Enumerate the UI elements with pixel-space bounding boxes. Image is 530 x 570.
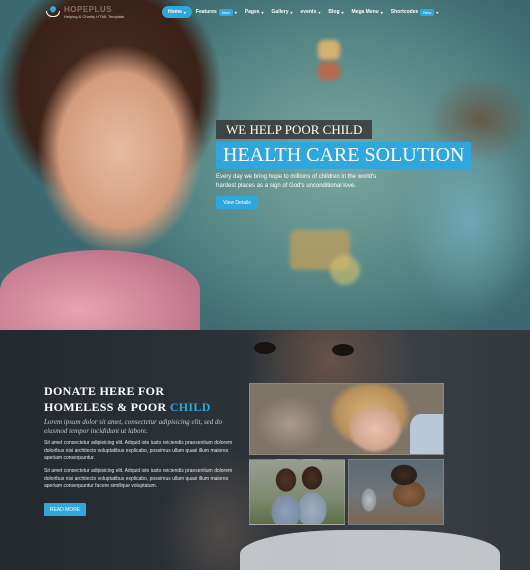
donate-heading: DONATE HERE FOR HOMELESS & POOR CHILD	[44, 383, 211, 415]
background-blur-shape	[330, 255, 360, 285]
view-details-button[interactable]: View Details	[216, 196, 258, 209]
background-photo-shirt	[240, 530, 500, 570]
background-blur-shape	[318, 40, 340, 60]
main-menu: Home ▾ Features New ▾ Pages ▾ Gallery ▾ …	[162, 6, 442, 18]
nav-item-mega-menu[interactable]: Mega Menu ▾	[348, 6, 387, 18]
chevron-down-icon: ▾	[234, 9, 237, 15]
logo-subtitle: Helping & Charity HTML Template	[64, 14, 125, 19]
new-badge: New	[218, 8, 233, 16]
nav-item-label: Blog	[328, 9, 340, 15]
hero-title: HEALTH CARE SOLUTION	[216, 142, 472, 169]
nav-item-pages[interactable]: Pages ▾	[241, 6, 268, 18]
nav-item-label: Mega Menu	[351, 9, 379, 15]
new-badge: New	[420, 8, 435, 16]
donate-heading-line2: HOMELESS & POOR	[44, 400, 167, 414]
top-navigation: HOPEPLUS Helping & Charity HTML Template…	[0, 0, 530, 24]
chevron-down-icon: ▾	[261, 9, 264, 15]
read-more-button[interactable]: READ MORE	[44, 503, 86, 516]
nav-item-label: Gallery	[271, 9, 289, 15]
hero-kicker: WE HELP POOR CHILD	[216, 120, 373, 139]
nav-item-label: Shortcodes	[390, 9, 419, 15]
chevron-down-icon: ▾	[341, 9, 344, 15]
hero-description: Every day we bring hope to millions of c…	[216, 174, 377, 189]
nav-item-shortcodes[interactable]: Shortcodes New ▾	[387, 6, 443, 18]
chevron-down-icon: ▾	[183, 9, 186, 15]
hero-slider: WE HELP POOR CHILD HEALTH CARE SOLUTION …	[0, 0, 530, 330]
nav-item-features[interactable]: Features New ▾	[192, 6, 241, 18]
gallery-photo-girl[interactable]	[249, 383, 444, 455]
donate-lead-text: Lorem ipsum dolor sit amet, consectetur …	[44, 418, 223, 435]
heart-hands-icon	[46, 4, 60, 17]
donate-heading-highlight: CHILD	[169, 400, 211, 414]
logo-title: HOPEPLUS	[64, 5, 113, 14]
gallery-photo-boy-drinking[interactable]	[348, 459, 444, 525]
chevron-down-icon: ▾	[290, 9, 293, 15]
chevron-down-icon: ▾	[436, 9, 439, 15]
donate-paragraph: Sit amet consectetur adipisicing elit. A…	[44, 440, 233, 461]
donate-paragraph: Sit amet consectetur adipisicing elit. A…	[44, 468, 233, 489]
background-photo-eye	[332, 344, 354, 356]
nav-item-label: events	[300, 9, 317, 15]
background-photo-eye	[254, 342, 276, 354]
donate-heading-line1: DONATE HERE FOR	[44, 384, 165, 398]
site-logo[interactable]: HOPEPLUS Helping & Charity HTML Template	[46, 4, 125, 20]
nav-item-events[interactable]: events ▾	[297, 6, 325, 18]
nav-item-gallery[interactable]: Gallery ▾	[268, 6, 297, 18]
nav-item-home[interactable]: Home ▾	[162, 6, 192, 18]
chevron-down-icon: ▾	[318, 9, 321, 15]
donate-section: DONATE HERE FOR HOMELESS & POOR CHILD Lo…	[0, 330, 530, 570]
background-blur-shape	[318, 62, 340, 80]
nav-item-label: Features	[195, 9, 217, 15]
nav-item-blog[interactable]: Blog ▾	[324, 6, 347, 18]
chevron-down-icon: ▾	[380, 9, 383, 15]
gallery-photo-children[interactable]	[249, 459, 345, 525]
nav-item-label: Home	[168, 9, 182, 15]
nav-item-label: Pages	[244, 9, 260, 15]
hero-photo-dress	[0, 250, 200, 330]
